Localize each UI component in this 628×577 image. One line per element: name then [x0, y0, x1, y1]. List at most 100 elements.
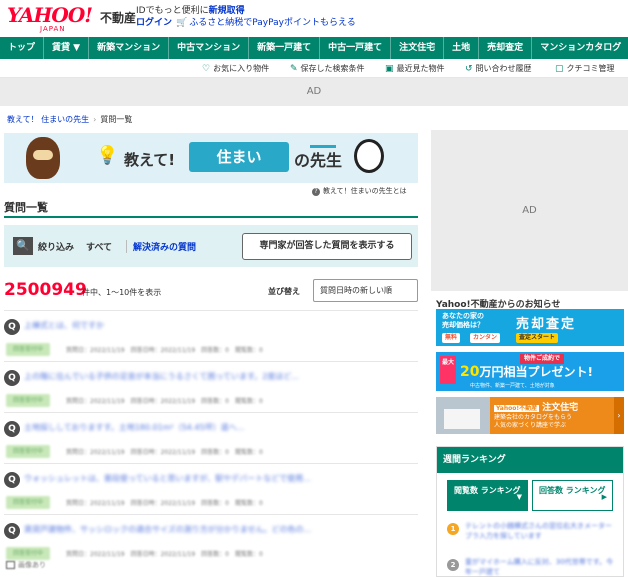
nav-custom-house[interactable]: 注文住宅	[391, 37, 445, 59]
subnav-favorites[interactable]: ♡ お気に入り物件	[202, 59, 269, 79]
filter-bar: 🔍 絞り込み すべて 解決済みの質問 専門家が回答した質問を表示する	[4, 225, 418, 267]
promo-custom-house[interactable]: Yahoo!不動産 注文住宅 建築会社のカタログをもらう 人気の家づくり講座で学ぶ …	[436, 397, 624, 434]
question-title[interactable]: 賃貸戸建物件、サッシロックの適合サイズの測り方が分かりません。どの色の...	[24, 524, 311, 535]
chevron-right-icon: ›	[614, 397, 624, 434]
list-item[interactable]: Q 上棟式とは、何ですか 回答受付中 質問日：2022/11/19 回答日時：2…	[4, 310, 418, 361]
question-q-icon: Q	[4, 421, 20, 437]
nav-top[interactable]: トップ	[0, 37, 45, 59]
nav-rent[interactable]: 賃貸 ▼	[44, 37, 90, 59]
question-meta: 質問日：2022/11/19 回答日時：2022/11/19 回答数：0 閲覧数…	[66, 551, 263, 558]
search-icon: 🔍	[13, 237, 33, 255]
ranking-text[interactable]: 童がマイホーム購入に反対、30代世帯です。今年一戸建て	[465, 557, 615, 577]
question-meta: 質問日：2022/11/19 回答日時：2022/11/19 回答数：0 閲覧数…	[66, 449, 263, 456]
promo-sale-assessment[interactable]: あなたの家の 売却価格は？ 売却査定 無料 カンタン 査定スタート	[436, 309, 624, 346]
subnav-saved-search[interactable]: ✎ 保存した検索条件	[290, 59, 365, 79]
caret-right-icon: ▶	[601, 493, 607, 501]
filter-label: 絞り込み	[38, 243, 75, 253]
brand-name[interactable]: 不動産	[100, 9, 136, 26]
nav-land[interactable]: 土地	[444, 37, 480, 59]
subnav-inquiries[interactable]: ↺ 問い合わせ履歴	[465, 59, 532, 79]
promo-a-start-button[interactable]: 査定スタート	[516, 333, 559, 343]
promo-b-max: 最大	[440, 356, 456, 384]
main-nav: トップ 賃貸 ▼ 新築マンション 中古マンション 新築一戸建て 中古一戸建て 注…	[0, 37, 628, 59]
recent-icon: ▣	[385, 64, 394, 74]
yahoo-logo[interactable]: YAHOO!	[7, 5, 93, 25]
mascot-character-icon	[26, 137, 60, 179]
question-title[interactable]: 土地探ししておりますす。土地180.01m²（54.45坪）道へ...	[24, 422, 244, 433]
side-ad[interactable]: AD	[431, 130, 628, 291]
image-icon	[6, 561, 15, 569]
login-line: ログイン 🛒 ふるさと納税でPayPayポイントもらえる	[136, 17, 356, 29]
list-item[interactable]: Q 土地探ししておりますす。土地180.01m²（54.45坪）道へ... 回答…	[4, 412, 418, 463]
promo-b-amount: 20万円相当プレゼント!	[460, 364, 593, 380]
title-divider	[4, 216, 418, 218]
status-badge: 回答受付中	[6, 445, 50, 458]
id-promo-line: IDでもっと便利に新規取得	[136, 5, 245, 17]
heart-icon: ♡	[202, 64, 211, 74]
yahoo-logo-sub: JAPAN	[40, 25, 66, 33]
promo-a-lead: あなたの家の 売却価格は？	[442, 312, 484, 329]
chevron-right-icon: ›	[93, 115, 97, 124]
result-count-text: 件中、1〜10件を表示	[82, 288, 162, 297]
nav-new-house[interactable]: 新築一戸建て	[249, 37, 321, 59]
login-link[interactable]: ログイン	[136, 18, 172, 28]
question-list: Q 上棟式とは、何ですか 回答受付中 質問日：2022/11/19 回答日時：2…	[4, 310, 418, 565]
mascot-girl-icon	[354, 139, 384, 173]
question-title[interactable]: 上の階に住んでいる子供の足音が本当にうるさくて困っています。2度ほど...	[24, 371, 299, 382]
id-text: IDでもっと便利に	[136, 6, 209, 16]
lightbulb-icon: 💡	[96, 145, 119, 166]
nav-mansion-catalog[interactable]: マンションカタログ	[532, 37, 628, 59]
question-meta: 質問日：2022/11/19 回答日時：2022/11/19 回答数：0 閲覧数…	[66, 398, 263, 405]
nav-used-house[interactable]: 中古一戸建て	[320, 37, 392, 59]
caret-down-icon: ▼	[516, 493, 522, 501]
question-title[interactable]: 上棟式とは、何ですか	[24, 320, 104, 331]
banner-oshiete-text: 教えて!	[124, 151, 176, 169]
promo-b-sub: 中古物件、新築一戸建て、土地が対象	[470, 383, 555, 389]
filter-solved[interactable]: 解決済みの質問	[126, 240, 196, 253]
about-oshiete-link[interactable]: ? 教えて！住まいの先生とは	[312, 186, 407, 196]
breadcrumb-current: 質問一覧	[100, 115, 133, 124]
breadcrumb: 教えて！ 住まいの先生 › 質問一覧	[7, 114, 132, 125]
subnav-kuchikomi[interactable]: ▢ クチコミ管理	[555, 59, 615, 79]
tab-answers-ranking[interactable]: 回答数 ランキング ▶	[532, 480, 613, 511]
question-meta: 質問日：2022/11/19 回答日時：2022/11/19 回答数：0 閲覧数…	[66, 500, 263, 507]
expert-answers-button[interactable]: 専門家が回答した質問を表示する	[242, 233, 412, 260]
rank-number: 2	[447, 559, 459, 571]
tab-views-ranking[interactable]: 閲覧数 ランキング ▼	[447, 480, 528, 511]
image-attached-label: 画像あり	[6, 560, 46, 570]
list-item[interactable]: Q 賃貸戸建物件、サッシロックの適合サイズの測り方が分かりません。どの色の...…	[4, 514, 418, 565]
list-item[interactable]: Q ウォッシュレットは、普段使っていると思いますが、駅やデパートなどで使用...…	[4, 463, 418, 514]
furusato-promo-link[interactable]: ふるさと納税でPayPayポイントもらえる	[189, 18, 355, 28]
header: YAHOO! JAPAN 不動産 IDでもっと便利に新規取得 ログイン 🛒 ふるさと…	[0, 0, 628, 37]
question-q-icon: Q	[4, 472, 20, 488]
chat-icon: ▢	[555, 64, 564, 74]
filter-all[interactable]: すべて	[86, 240, 112, 253]
sub-nav: ♡ お気に入り物件 ✎ 保存した検索条件 ▣ 最近見た物件 ↺ 問い合わせ履歴 ▢ クチコ…	[0, 59, 628, 78]
promo-present[interactable]: 最大 物件ご成約で 20万円相当プレゼント! 中古物件、新築一戸建て、土地が対象	[436, 352, 624, 391]
nav-used-mansion[interactable]: 中古マンション	[169, 37, 250, 59]
promo-c-title: Yahoo!不動産 注文住宅	[494, 403, 579, 413]
promo-a-pill-free: 無料	[442, 333, 461, 343]
sort-label: 並び替え	[268, 287, 300, 296]
ranking-text[interactable]: テレントの小銭横式さんの窓位右大きメーターブラ入力を探しています	[465, 521, 615, 541]
graduation-cap-icon	[310, 145, 336, 155]
banner-sumai-text: 住まい	[189, 142, 289, 172]
nav-new-mansion[interactable]: 新築マンション	[89, 37, 170, 59]
question-q-icon: Q	[4, 319, 20, 335]
list-item[interactable]: Q 上の階に住んでいる子供の足音が本当にうるさくて困っています。2度ほど... …	[4, 361, 418, 412]
question-title[interactable]: ウォッシュレットは、普段使っていると思いますが、駅やデパートなどで使用...	[24, 473, 311, 484]
subnav-recent[interactable]: ▣ 最近見た物件	[385, 59, 445, 79]
register-link[interactable]: 新規取得	[209, 6, 245, 16]
breadcrumb-home[interactable]: 教えて！ 住まいの先生	[7, 115, 89, 124]
promo-a-pill-easy: カンタン	[470, 333, 501, 343]
question-q-icon: Q	[4, 523, 20, 539]
sort-select[interactable]: 質問日時の新しい順	[313, 279, 418, 302]
nav-sale-assessment[interactable]: 売却査定	[479, 37, 533, 59]
status-badge: 回答受付中	[6, 547, 50, 560]
rank-number: 1	[447, 523, 459, 535]
ranking-heading: 週間ランキング	[437, 447, 623, 473]
status-badge: 回答受付中	[6, 343, 50, 356]
oshiete-banner[interactable]: 💡 教えて! 住まい の先生	[4, 133, 418, 183]
top-ad[interactable]: AD	[0, 78, 628, 106]
result-count: 2500949	[4, 280, 87, 300]
